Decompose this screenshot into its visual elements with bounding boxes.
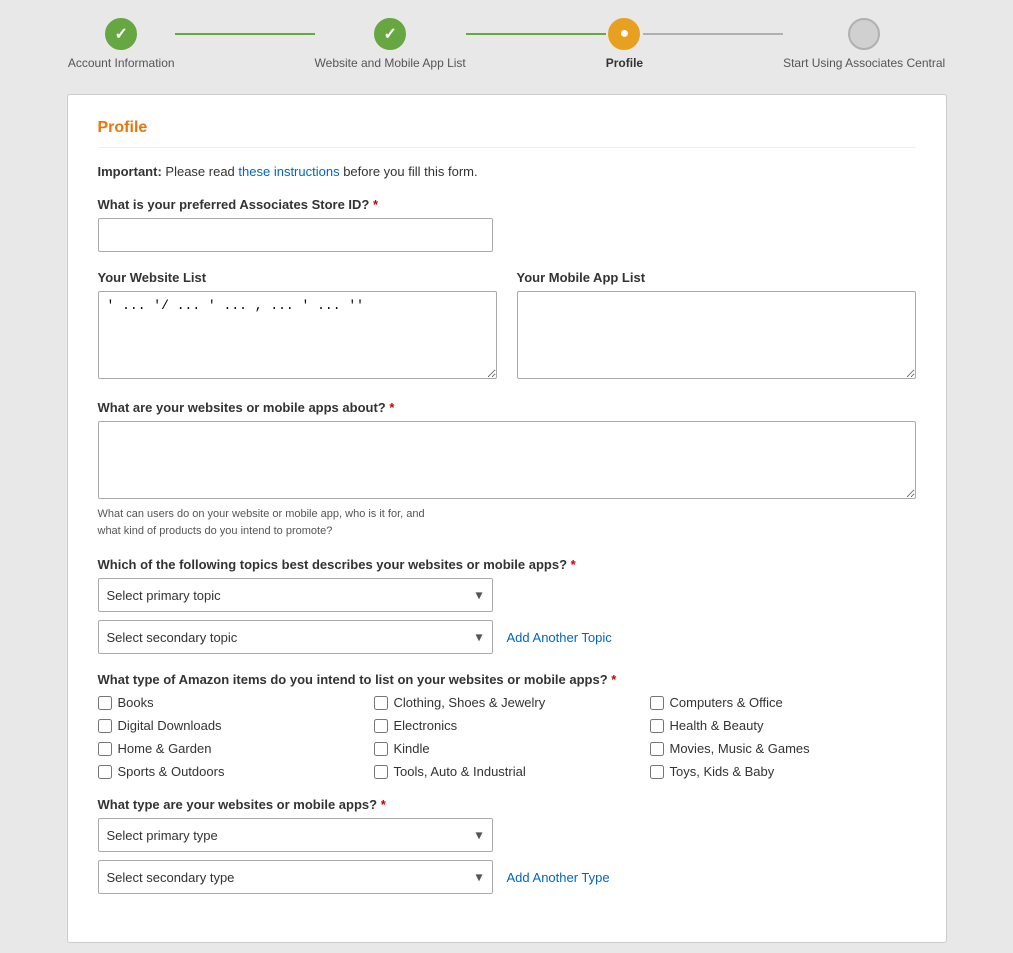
checkbox-clothing-label: Clothing, Shoes & Jewelry	[394, 695, 546, 710]
checkbox-toys[interactable]: Toys, Kids & Baby	[650, 764, 916, 779]
website-list-label: Your Website List	[98, 270, 497, 285]
checkbox-movies-input[interactable]	[650, 742, 664, 756]
step-label-start: Start Using Associates Central	[783, 56, 945, 70]
website-mobile-row: Your Website List ' ... '/ ... ' ... , .…	[98, 270, 916, 382]
important-label: Important:	[98, 164, 162, 179]
secondary-topic-select[interactable]: Select secondary topic	[98, 620, 493, 654]
primary-type-row: Select primary type	[98, 818, 916, 852]
checkbox-grid: Books Clothing, Shoes & Jewelry Computer…	[98, 695, 916, 779]
add-another-topic-link[interactable]: Add Another Topic	[507, 630, 612, 645]
step-line-2	[466, 33, 606, 35]
checkbox-electronics-input[interactable]	[374, 719, 388, 733]
checkbox-computers-label: Computers & Office	[670, 695, 783, 710]
about-hint: What can users do on your website or mob…	[98, 506, 916, 539]
checkbox-kindle[interactable]: Kindle	[374, 741, 640, 756]
website-list-col: Your Website List ' ... '/ ... ' ... , .…	[98, 270, 497, 382]
checkbox-health-label: Health & Beauty	[670, 718, 764, 733]
primary-type-select[interactable]: Select primary type	[98, 818, 493, 852]
form-card: Profile Important: Please read these ins…	[67, 94, 947, 943]
primary-topic-select[interactable]: Select primary topic	[98, 578, 493, 612]
website-list-textarea[interactable]: ' ... '/ ... ' ... , ... ' ... ''	[98, 291, 497, 379]
primary-type-select-wrap: Select primary type	[98, 818, 493, 852]
checkbox-sports[interactable]: Sports & Outdoors	[98, 764, 364, 779]
checkbox-books-label: Books	[118, 695, 154, 710]
add-another-type-link[interactable]: Add Another Type	[507, 870, 610, 885]
checkbox-kindle-input[interactable]	[374, 742, 388, 756]
type-section: What type are your websites or mobile ap…	[98, 797, 916, 894]
mobile-app-col: Your Mobile App List	[517, 270, 916, 382]
form-title: Profile	[98, 119, 916, 148]
type-required: *	[381, 797, 386, 812]
about-textarea[interactable]	[98, 421, 916, 499]
secondary-type-select[interactable]: Select secondary type	[98, 860, 493, 894]
important-text: Please read	[165, 164, 238, 179]
checkbox-computers[interactable]: Computers & Office	[650, 695, 916, 710]
checkbox-home-label: Home & Garden	[118, 741, 212, 756]
store-id-input[interactable]	[98, 218, 493, 252]
items-required: *	[611, 672, 616, 687]
step-website-list: ✓ Website and Mobile App List	[315, 18, 466, 70]
checkbox-kindle-label: Kindle	[394, 741, 430, 756]
items-label: What type of Amazon items do you intend …	[98, 672, 916, 687]
step-label-website: Website and Mobile App List	[315, 56, 466, 70]
secondary-topic-select-wrap: Select secondary topic	[98, 620, 493, 654]
primary-topic-select-wrap: Select primary topic	[98, 578, 493, 612]
step-circle-website: ✓	[374, 18, 406, 50]
secondary-type-select-wrap: Select secondary type	[98, 860, 493, 894]
step-circle-start	[848, 18, 880, 50]
step-line-3	[643, 33, 783, 35]
checkbox-books[interactable]: Books	[98, 695, 364, 710]
items-section: What type of Amazon items do you intend …	[98, 672, 916, 779]
checkbox-tools-label: Tools, Auto & Industrial	[394, 764, 526, 779]
mobile-app-label: Your Mobile App List	[517, 270, 916, 285]
type-label: What type are your websites or mobile ap…	[98, 797, 916, 812]
important-note: Important: Please read these instruction…	[98, 164, 916, 179]
step-start-using: Start Using Associates Central	[783, 18, 945, 70]
checkbox-digital-label: Digital Downloads	[118, 718, 222, 733]
checkbox-clothing[interactable]: Clothing, Shoes & Jewelry	[374, 695, 640, 710]
step-label-account: Account Information	[68, 56, 175, 70]
step-label-profile: Profile	[606, 56, 643, 70]
checkbox-health[interactable]: Health & Beauty	[650, 718, 916, 733]
checkbox-sports-label: Sports & Outdoors	[118, 764, 225, 779]
topics-label: Which of the following topics best descr…	[98, 557, 916, 572]
checkbox-toys-input[interactable]	[650, 765, 664, 779]
stepper: ✓ Account Information ✓ Website and Mobi…	[0, 0, 1013, 84]
checkbox-home[interactable]: Home & Garden	[98, 741, 364, 756]
mobile-app-textarea[interactable]	[517, 291, 916, 379]
store-id-section: What is your preferred Associates Store …	[98, 197, 916, 252]
topics-section: Which of the following topics best descr…	[98, 557, 916, 654]
step-circle-account: ✓	[105, 18, 137, 50]
secondary-type-row: Select secondary type Add Another Type	[98, 860, 916, 894]
checkbox-health-input[interactable]	[650, 719, 664, 733]
about-required: *	[389, 400, 394, 415]
store-id-label: What is your preferred Associates Store …	[98, 197, 916, 212]
checkbox-books-input[interactable]	[98, 696, 112, 710]
checkbox-sports-input[interactable]	[98, 765, 112, 779]
step-account-information: ✓ Account Information	[68, 18, 175, 70]
checkbox-tools[interactable]: Tools, Auto & Industrial	[374, 764, 640, 779]
checkbox-tools-input[interactable]	[374, 765, 388, 779]
checkbox-clothing-input[interactable]	[374, 696, 388, 710]
about-section: What are your websites or mobile apps ab…	[98, 400, 916, 539]
step-line-1	[175, 33, 315, 35]
checkbox-digital-input[interactable]	[98, 719, 112, 733]
topics-required: *	[571, 557, 576, 572]
step-profile: ● Profile	[606, 18, 643, 70]
important-text2: before you fill this form.	[343, 164, 477, 179]
checkbox-movies[interactable]: Movies, Music & Games	[650, 741, 916, 756]
checkbox-electronics[interactable]: Electronics	[374, 718, 640, 733]
checkbox-electronics-label: Electronics	[394, 718, 458, 733]
checkbox-movies-label: Movies, Music & Games	[670, 741, 810, 756]
checkbox-digital[interactable]: Digital Downloads	[98, 718, 364, 733]
step-circle-profile: ●	[608, 18, 640, 50]
checkbox-home-input[interactable]	[98, 742, 112, 756]
instructions-link[interactable]: these instructions	[238, 164, 339, 179]
store-id-required: *	[373, 197, 378, 212]
about-label: What are your websites or mobile apps ab…	[98, 400, 916, 415]
checkbox-toys-label: Toys, Kids & Baby	[670, 764, 775, 779]
checkbox-computers-input[interactable]	[650, 696, 664, 710]
secondary-topic-row: Select secondary topic Add Another Topic	[98, 620, 916, 654]
primary-topic-row: Select primary topic	[98, 578, 916, 612]
